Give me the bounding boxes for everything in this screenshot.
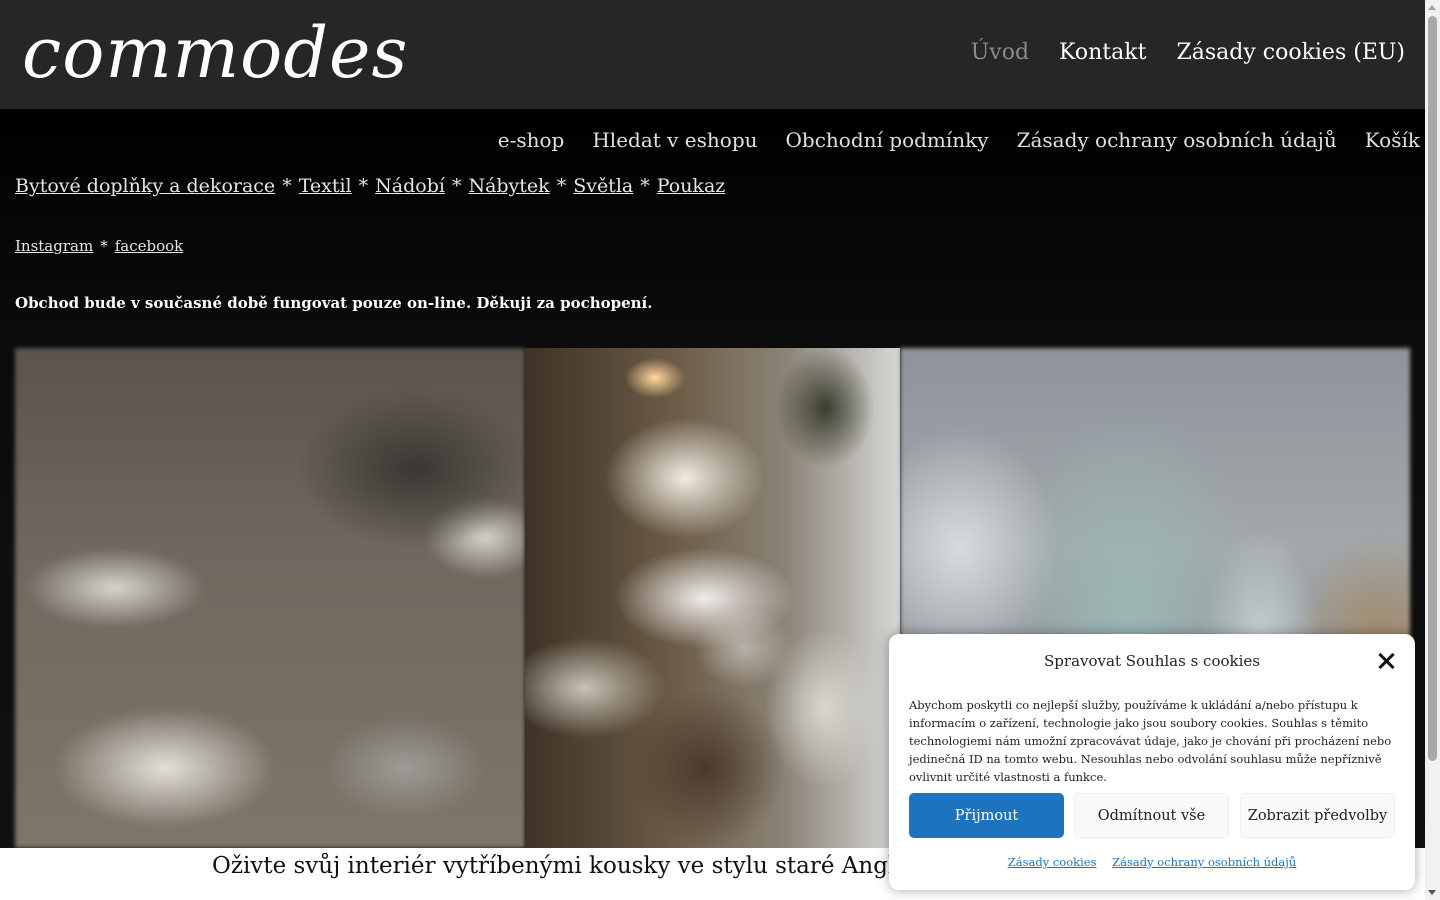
shop-nav-search[interactable]: Hledat v eshopu (592, 128, 757, 152)
separator: * (282, 175, 292, 197)
shop-nav-privacy[interactable]: Zásady ochrany osobních údajů (1017, 128, 1337, 152)
instagram-link[interactable]: Instagram (15, 237, 93, 255)
gallery-photo-center (525, 348, 900, 848)
accept-cookies-button[interactable]: Přijmout (909, 793, 1064, 838)
site-logo[interactable]: commodes (22, 12, 408, 94)
category-link-lights[interactable]: Světla (573, 175, 633, 197)
separator: * (100, 237, 108, 255)
cookie-policy-link[interactable]: Zásady cookies (1008, 855, 1097, 869)
view-preferences-button[interactable]: Zobrazit předvolby (1240, 793, 1395, 838)
shop-nav-eshop[interactable]: e-shop (498, 128, 565, 152)
cookie-dialog-links: Zásady cookies Zásady ochrany osobních ú… (889, 855, 1415, 869)
site-header: commodes Úvod Kontakt Zásady cookies (EU… (0, 0, 1425, 109)
category-link-voucher[interactable]: Poukaz (657, 175, 726, 197)
page-scrollbar[interactable] (1425, 0, 1440, 900)
separator: * (640, 175, 650, 197)
tagline-heading: Oživte svůj interiér vytříbenými kousky … (212, 853, 892, 879)
shop-nav-cart[interactable]: Košík (1365, 128, 1420, 152)
category-links: Bytové doplňky a dekorace * Textil * Nádobí *… (15, 175, 725, 197)
separator: * (556, 175, 567, 197)
nav-item-uvod[interactable]: Úvod (971, 40, 1029, 65)
category-link-textile[interactable]: Textil (299, 175, 352, 197)
category-link-dishes[interactable]: Nádobí (375, 175, 445, 197)
scroll-thumb[interactable] (1428, 16, 1437, 761)
category-link-decor[interactable]: Bytové doplňky a dekorace (15, 175, 275, 197)
shop-nav: e-shop Hledat v eshopu Obchodní podmínky… (498, 128, 1420, 152)
facebook-link[interactable]: facebook (115, 237, 184, 255)
separator: * (451, 175, 462, 197)
cookie-consent-dialog: Spravovat Souhlas s cookies Abychom posk… (889, 634, 1415, 890)
social-links: Instagram * facebook (15, 237, 183, 255)
nav-item-kontakt[interactable]: Kontakt (1059, 40, 1146, 65)
gallery-photo-left (15, 348, 525, 848)
shop-nav-terms[interactable]: Obchodní podmínky (786, 128, 989, 152)
close-icon[interactable] (1377, 652, 1395, 670)
privacy-policy-link[interactable]: Zásady ochrany osobních údajů (1112, 855, 1296, 869)
scroll-up-arrow-icon[interactable] (1428, 5, 1436, 10)
scroll-down-arrow-icon[interactable] (1428, 890, 1436, 895)
category-link-furniture[interactable]: Nábytek (468, 175, 549, 197)
separator: * (358, 175, 369, 197)
deny-all-button[interactable]: Odmítnout vše (1074, 793, 1229, 838)
cookie-dialog-title: Spravovat Souhlas s cookies (1044, 652, 1260, 670)
shop-notice: Obchod bude v současné době fungovat pou… (15, 294, 653, 312)
nav-item-cookies[interactable]: Zásady cookies (EU) (1176, 40, 1405, 65)
main-nav: Úvod Kontakt Zásady cookies (EU) (971, 40, 1405, 65)
cookie-dialog-text: Abychom poskytli co nejlepší služby, pou… (909, 698, 1392, 784)
